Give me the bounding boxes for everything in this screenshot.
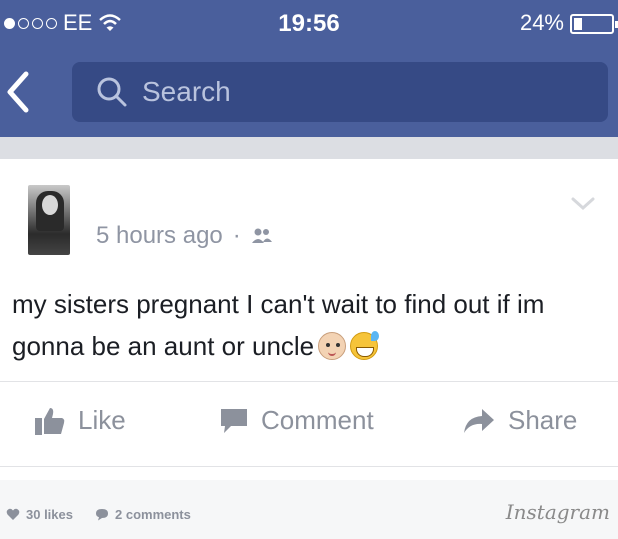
share-label: Share [508, 405, 578, 435]
likes-label: 30 likes [26, 507, 73, 522]
chevron-down-icon[interactable] [570, 196, 596, 212]
avatar[interactable] [28, 185, 70, 255]
comment-icon [221, 408, 247, 433]
feed-separator [0, 137, 618, 159]
divider [0, 466, 618, 467]
search-icon [97, 77, 127, 107]
post-body: my sisters pregnant I can't wait to find… [12, 289, 545, 361]
post-text: my sisters pregnant I can't wait to find… [12, 283, 608, 367]
comment-bubble-icon [96, 509, 108, 521]
likes-count[interactable]: 30 likes [6, 507, 73, 522]
comment-label: Comment [261, 405, 374, 435]
share-arrow-icon [464, 408, 494, 433]
friends-icon [251, 228, 272, 243]
divider [0, 381, 618, 382]
search-placeholder: Search [142, 76, 231, 107]
post-timestamp[interactable]: 5 hours ago [96, 222, 223, 250]
comments-count[interactable]: 2 comments [95, 507, 191, 522]
search-input[interactable]: Search [72, 62, 608, 122]
grinning-sweat-emoji [350, 331, 380, 360]
heart-icon [6, 508, 20, 520]
like-label: Like [78, 405, 126, 435]
battery-icon [570, 14, 618, 34]
baby-face-emoji [318, 332, 347, 360]
share-button[interactable]: Share [462, 405, 577, 436]
back-button[interactable] [4, 70, 44, 114]
navigation-header: EE 19:56 24% Search [0, 0, 618, 137]
post-meta: 5 hours ago · [96, 222, 273, 250]
like-button[interactable]: Like [34, 405, 126, 436]
comments-label: 2 comments [115, 507, 191, 522]
instagram-watermark: Instagram [505, 500, 610, 524]
action-bar: Like Comment Share [0, 395, 618, 455]
chevron-left-icon [7, 71, 29, 113]
thumbs-up-icon [35, 407, 65, 435]
battery-percentage: 24% [519, 10, 564, 35]
status-bar: EE 19:56 24% [0, 0, 618, 48]
meta-separator: · [232, 222, 241, 249]
comment-button[interactable]: Comment [219, 405, 374, 436]
